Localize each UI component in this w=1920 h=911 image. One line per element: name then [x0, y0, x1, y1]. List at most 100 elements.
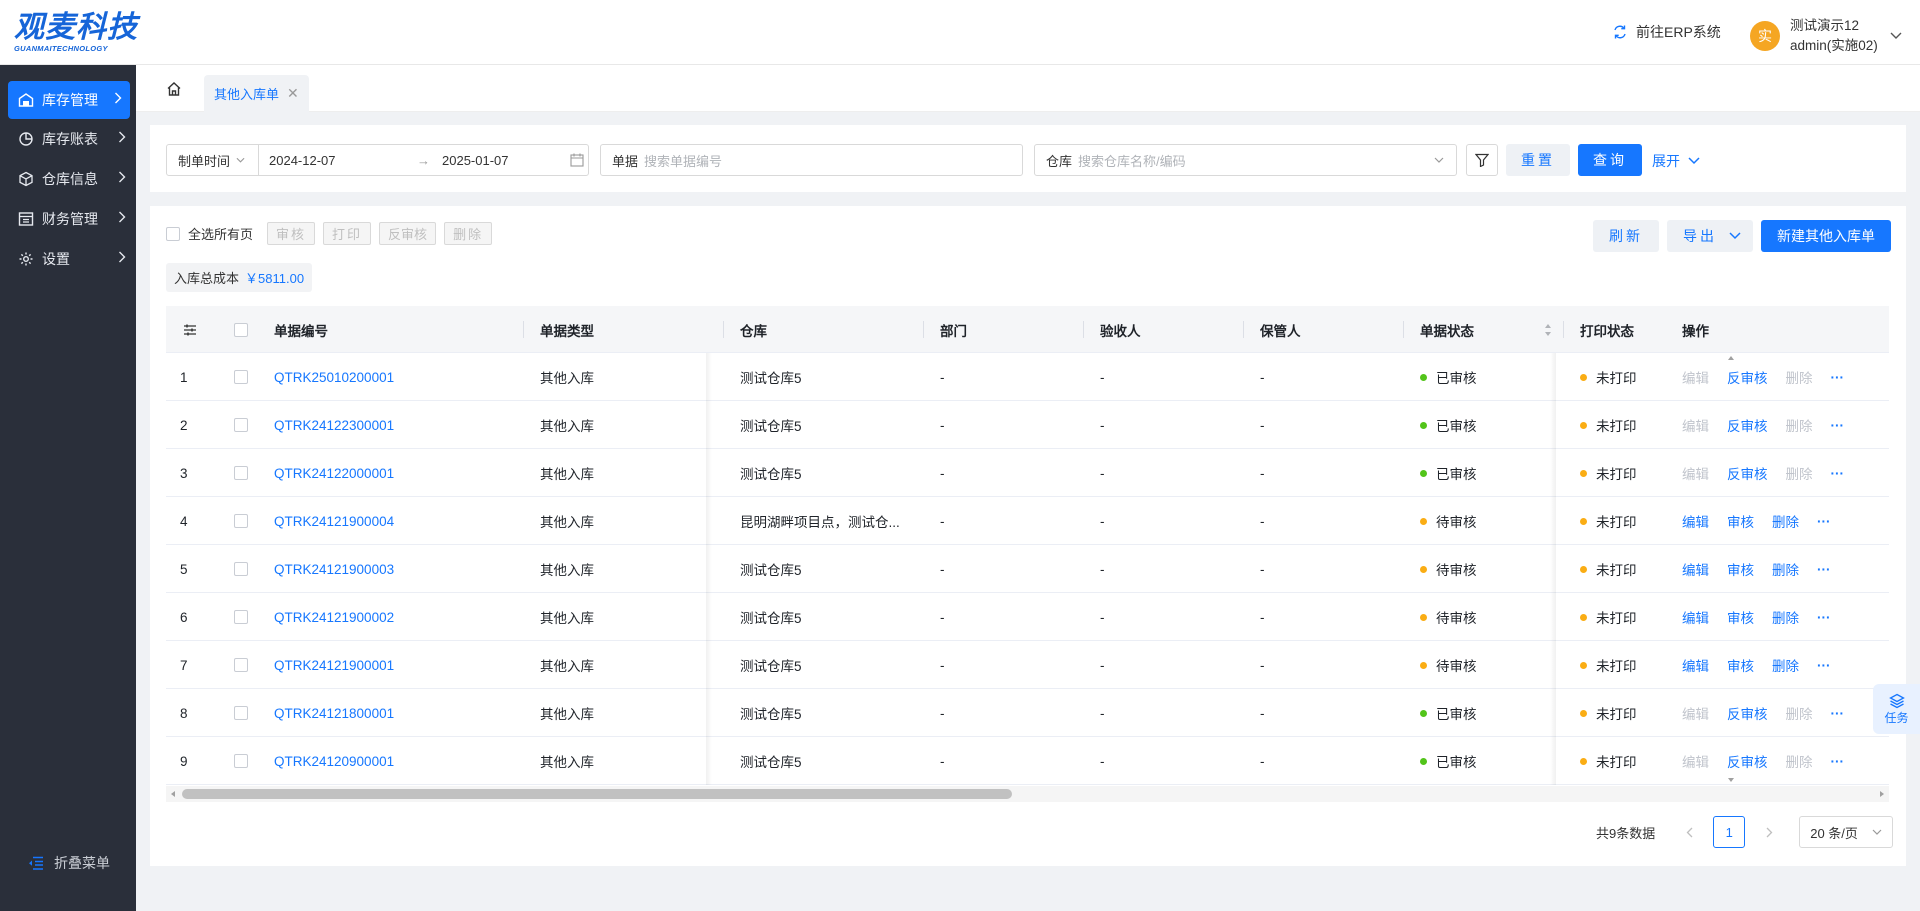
more-icon[interactable]: ···: [1817, 562, 1831, 577]
table-row[interactable]: 6 QTRK24121900002 其他入库 测试仓库5 - - - 待审核 未…: [166, 593, 1889, 641]
row-checkbox[interactable]: [234, 418, 248, 432]
table-row[interactable]: 2 QTRK24122300001 其他入库 测试仓库5 - - - 已审核 未…: [166, 401, 1889, 449]
row-op-edit-button[interactable]: 编辑: [1682, 655, 1709, 675]
more-icon[interactable]: ···: [1817, 514, 1831, 529]
row-op-delete-button[interactable]: 删除: [1772, 511, 1799, 531]
more-icon[interactable]: ···: [1831, 706, 1845, 721]
user-menu[interactable]: 实 测试演示12 admin(实施02): [1750, 16, 1902, 56]
table-row[interactable]: 1 QTRK25010200001 其他入库 测试仓库5 - - - 已审核 未…: [166, 353, 1889, 401]
row-checkbox[interactable]: [234, 466, 248, 480]
row-op-edit-button[interactable]: 编辑: [1682, 559, 1709, 579]
row-code-link[interactable]: QTRK24121900003: [274, 545, 524, 593]
collapse-menu-button[interactable]: 折叠菜单: [28, 853, 110, 873]
scrollbar-thumb[interactable]: [182, 789, 1012, 799]
doc-search-input[interactable]: 单据 搜索单据编号: [600, 144, 1023, 176]
column-settings-button[interactable]: [166, 306, 214, 353]
calendar-icon[interactable]: [570, 153, 584, 167]
row-checkbox[interactable]: [234, 370, 248, 384]
row-checkbox[interactable]: [234, 562, 248, 576]
tab-other-inbound[interactable]: 其他入库单 ✕: [204, 75, 309, 112]
table-row[interactable]: 8 QTRK24121800001 其他入库 测试仓库5 - - - 已审核 未…: [166, 689, 1889, 737]
scroll-up-icon[interactable]: [1727, 355, 1735, 361]
row-op-delete-button[interactable]: 删除: [1786, 751, 1813, 771]
row-checkbox[interactable]: [234, 754, 248, 768]
row-code-link[interactable]: QTRK24121900004: [274, 497, 524, 545]
more-icon[interactable]: ···: [1831, 418, 1845, 433]
row-op-edit-button[interactable]: 编辑: [1682, 463, 1709, 483]
refresh-button[interactable]: 刷新: [1593, 220, 1659, 252]
row-op-edit-button[interactable]: 编辑: [1682, 607, 1709, 627]
close-icon[interactable]: ✕: [287, 85, 299, 102]
reset-button[interactable]: 重置: [1506, 144, 1570, 176]
table-row[interactable]: 4 QTRK24121900004 其他入库 昆明湖畔项目点，测试仓... - …: [166, 497, 1889, 545]
select-all-pages-checkbox[interactable]: [166, 226, 180, 241]
row-op-delete-button[interactable]: 删除: [1772, 559, 1799, 579]
row-op-delete-button[interactable]: 删除: [1772, 607, 1799, 627]
bulk-approve-button[interactable]: 审核: [267, 222, 316, 245]
date-start-input[interactable]: 2024-12-07: [269, 153, 409, 168]
export-button[interactable]: 导出: [1667, 220, 1753, 252]
page-size-select[interactable]: 20 条/页: [1799, 816, 1894, 848]
more-icon[interactable]: ···: [1831, 466, 1845, 481]
warehouse-select[interactable]: 仓库 搜索仓库名称/编码: [1034, 144, 1457, 176]
row-code-link[interactable]: QTRK25010200001: [274, 353, 524, 401]
sidebar-item-inventory-reports[interactable]: 库存账表: [0, 119, 136, 159]
date-type-select[interactable]: 制单时间: [167, 145, 259, 175]
advanced-filter-button[interactable]: [1466, 144, 1498, 176]
select-page-checkbox[interactable]: [234, 322, 248, 337]
row-op-delete-button[interactable]: 删除: [1786, 463, 1813, 483]
row-op-edit-button[interactable]: 编辑: [1682, 415, 1709, 435]
row-op-delete-button[interactable]: 删除: [1772, 655, 1799, 675]
sort-icon[interactable]: [1544, 323, 1552, 337]
row-checkbox[interactable]: [234, 514, 248, 528]
row-code-link[interactable]: QTRK24121900002: [274, 593, 524, 641]
row-op-delete-button[interactable]: 删除: [1786, 415, 1813, 435]
next-page-button[interactable]: [1753, 816, 1785, 848]
more-icon[interactable]: ···: [1817, 610, 1831, 625]
table-row[interactable]: 7 QTRK24121900001 其他入库 测试仓库5 - - - 待审核 未…: [166, 641, 1889, 689]
row-op-edit-button[interactable]: 编辑: [1682, 751, 1709, 771]
row-checkbox[interactable]: [234, 706, 248, 720]
row-code-link[interactable]: QTRK24120900001: [274, 737, 524, 785]
scroll-down-icon[interactable]: [1727, 777, 1735, 783]
expand-filters-button[interactable]: 展开: [1652, 151, 1700, 171]
row-code-link[interactable]: QTRK24121900001: [274, 641, 524, 689]
sidebar-item-finance[interactable]: 财务管理: [0, 199, 136, 239]
bulk-delete-button[interactable]: 删除: [444, 222, 493, 245]
row-code-link[interactable]: QTRK24122300001: [274, 401, 524, 449]
col-header-status[interactable]: 单据状态: [1404, 306, 1564, 353]
row-checkbox[interactable]: [234, 658, 248, 672]
task-float-button[interactable]: 任务: [1873, 684, 1920, 734]
bulk-print-button[interactable]: 打印: [323, 222, 372, 245]
table-row[interactable]: 9 QTRK24120900001 其他入库 测试仓库5 - - - 已审核 未…: [166, 737, 1889, 785]
row-op-edit-button[interactable]: 编辑: [1682, 703, 1709, 723]
query-button[interactable]: 查询: [1578, 144, 1642, 176]
bulk-unapprove-button[interactable]: 反审核: [379, 222, 437, 245]
sidebar-item-settings[interactable]: 设置: [0, 239, 136, 279]
home-tab[interactable]: [160, 75, 188, 103]
goto-erp-link[interactable]: 前往ERP系统: [1612, 22, 1721, 42]
row-checkbox[interactable]: [234, 610, 248, 624]
row-code-link[interactable]: QTRK24122000001: [274, 449, 524, 497]
table-vertical-scrollbar[interactable]: [1723, 353, 1739, 785]
scroll-right-icon[interactable]: [1879, 790, 1885, 798]
scroll-left-icon[interactable]: [170, 790, 176, 798]
row-op-delete-button[interactable]: 删除: [1786, 703, 1813, 723]
page-number[interactable]: 1: [1713, 816, 1746, 848]
sidebar-item-warehouse-info[interactable]: 仓库信息: [0, 159, 136, 199]
more-icon[interactable]: ···: [1831, 754, 1845, 769]
more-icon[interactable]: ···: [1817, 658, 1831, 673]
date-end-input[interactable]: 2025-01-07: [442, 153, 570, 168]
table-horizontal-scrollbar[interactable]: [166, 786, 1889, 802]
row-op-delete-button[interactable]: 删除: [1786, 367, 1813, 387]
more-icon[interactable]: ···: [1831, 370, 1845, 385]
new-other-inbound-button[interactable]: 新建其他入库单: [1761, 220, 1891, 252]
sidebar-item-inventory[interactable]: 库存管理: [8, 81, 130, 119]
row-code-link[interactable]: QTRK24121800001: [274, 689, 524, 737]
row-op-edit-button[interactable]: 编辑: [1682, 367, 1709, 387]
brand-logo[interactable]: 观麦科技 GUANMAITECHNOLOGY: [14, 12, 144, 54]
table-row[interactable]: 5 QTRK24121900003 其他入库 测试仓库5 - - - 待审核 未…: [166, 545, 1889, 593]
prev-page-button[interactable]: [1673, 816, 1705, 848]
table-row[interactable]: 3 QTRK24122000001 其他入库 测试仓库5 - - - 已审核 未…: [166, 449, 1889, 497]
row-op-edit-button[interactable]: 编辑: [1682, 511, 1709, 531]
